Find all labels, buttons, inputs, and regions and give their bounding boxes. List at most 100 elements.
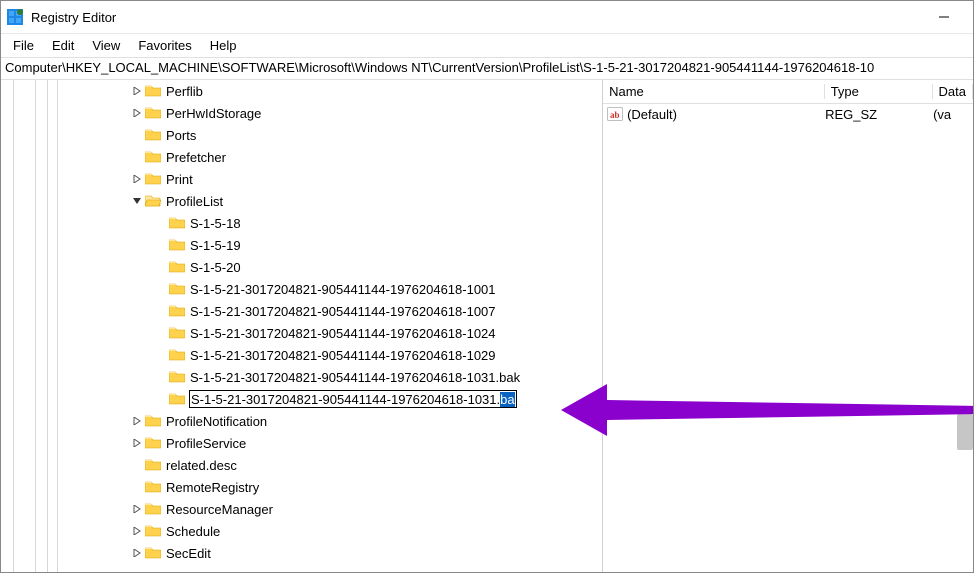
menu-favorites[interactable]: Favorites bbox=[130, 36, 199, 55]
address-bar[interactable]: Computer\HKEY_LOCAL_MACHINE\SOFTWARE\Mic… bbox=[1, 58, 973, 80]
tree-node[interactable]: Prefetcher bbox=[1, 146, 602, 168]
expander-none bbox=[153, 215, 169, 231]
folder-icon bbox=[145, 128, 161, 142]
col-data[interactable]: Data bbox=[933, 84, 973, 99]
tree-node-label: ProfileService bbox=[165, 435, 247, 452]
tree-pane[interactable]: Perflib PerHwIdStorage Ports Prefetcher Prin… bbox=[1, 80, 603, 572]
tree-node-label: Ports bbox=[165, 127, 197, 144]
expander-closed-icon[interactable] bbox=[129, 545, 145, 561]
tree-node[interactable]: RemoteRegistry bbox=[1, 476, 602, 498]
expander-closed-icon[interactable] bbox=[129, 171, 145, 187]
window-title: Registry Editor bbox=[31, 10, 921, 25]
tree-node-label: S-1-5-21-3017204821-905441144-1976204618… bbox=[189, 347, 497, 364]
expander-closed-icon[interactable] bbox=[129, 413, 145, 429]
tree-node[interactable]: S-1-5-21-3017204821-905441144-1976204618… bbox=[1, 366, 602, 388]
expander-closed-icon[interactable] bbox=[129, 501, 145, 517]
folder-icon bbox=[169, 348, 185, 362]
tree-node-label: S-1-5-18 bbox=[189, 215, 242, 232]
tree-node-label: Schedule bbox=[165, 523, 221, 540]
menu-file[interactable]: File bbox=[5, 36, 42, 55]
tree-node[interactable]: Perflib bbox=[1, 80, 602, 102]
col-type[interactable]: Type bbox=[825, 84, 933, 99]
value-type: REG_SZ bbox=[825, 107, 933, 122]
folder-icon bbox=[169, 216, 185, 230]
tree-node-label: S-1-5-21-3017204821-905441144-1976204618… bbox=[189, 325, 497, 342]
folder-icon bbox=[169, 260, 185, 274]
folder-icon bbox=[169, 238, 185, 252]
expander-closed-icon[interactable] bbox=[129, 83, 145, 99]
folder-icon bbox=[145, 414, 161, 428]
expander-none bbox=[153, 303, 169, 319]
values-pane[interactable]: Name Type Data ab (Default)REG_SZ(va bbox=[603, 80, 973, 572]
menubar: File Edit View Favorites Help bbox=[1, 34, 973, 58]
tree-node[interactable]: S-1-5-20 bbox=[1, 256, 602, 278]
content-area: Perflib PerHwIdStorage Ports Prefetcher Prin… bbox=[1, 80, 973, 572]
tree-node[interactable]: SecEdit bbox=[1, 542, 602, 564]
folder-icon bbox=[145, 84, 161, 98]
tree-node-label: related.desc bbox=[165, 457, 238, 474]
folder-icon bbox=[145, 524, 161, 538]
expander-none bbox=[129, 457, 145, 473]
tree-node[interactable]: Schedule bbox=[1, 520, 602, 542]
scrollbar-thumb[interactable] bbox=[957, 414, 973, 450]
tree-node[interactable]: related.desc bbox=[1, 454, 602, 476]
col-name[interactable]: Name bbox=[603, 84, 825, 99]
value-row[interactable]: ab (Default)REG_SZ(va bbox=[603, 104, 973, 124]
tree-node[interactable]: ProfileList bbox=[1, 190, 602, 212]
menu-view[interactable]: View bbox=[84, 36, 128, 55]
tree-node[interactable]: ProfileService bbox=[1, 432, 602, 454]
expander-none bbox=[153, 347, 169, 363]
svg-text:ab: ab bbox=[610, 110, 620, 120]
window-controls bbox=[921, 1, 967, 33]
tree-node[interactable]: S-1-5-19 bbox=[1, 234, 602, 256]
registry-editor-window: Registry Editor File Edit View Favorites… bbox=[0, 0, 974, 573]
address-path: Computer\HKEY_LOCAL_MACHINE\SOFTWARE\Mic… bbox=[5, 60, 874, 75]
regedit-app-icon bbox=[7, 9, 23, 25]
tree-node[interactable]: S-1-5-21-3017204821-905441144-1976204618… bbox=[1, 278, 602, 300]
expander-none bbox=[129, 127, 145, 143]
tree-node[interactable]: S-1-5-18 bbox=[1, 212, 602, 234]
expander-none bbox=[153, 259, 169, 275]
folder-icon bbox=[145, 106, 161, 120]
expander-closed-icon[interactable] bbox=[129, 435, 145, 451]
minimize-button[interactable] bbox=[921, 1, 967, 33]
tree-node-label: RemoteRegistry bbox=[165, 479, 260, 496]
tree-node[interactable]: S-1-5-21-3017204821-905441144-1976204618… bbox=[1, 344, 602, 366]
rename-text: S-1-5-21-3017204821-905441144-1976204618… bbox=[191, 392, 500, 407]
expander-none bbox=[153, 325, 169, 341]
expander-open-icon[interactable] bbox=[129, 193, 145, 209]
folder-icon bbox=[169, 392, 185, 406]
expander-closed-icon[interactable] bbox=[129, 523, 145, 539]
titlebar[interactable]: Registry Editor bbox=[1, 1, 973, 34]
tree-node-label: Print bbox=[165, 171, 194, 188]
registry-tree[interactable]: Perflib PerHwIdStorage Ports Prefetcher Prin… bbox=[1, 80, 602, 564]
folder-icon bbox=[145, 480, 161, 494]
folder-icon bbox=[145, 458, 161, 472]
menu-edit[interactable]: Edit bbox=[44, 36, 82, 55]
tree-node[interactable]: S-1-5-21-3017204821-905441144-1976204618… bbox=[1, 322, 602, 344]
menu-help[interactable]: Help bbox=[202, 36, 245, 55]
expander-closed-icon[interactable] bbox=[129, 105, 145, 121]
folder-icon bbox=[169, 282, 185, 296]
tree-node-label: ProfileNotification bbox=[165, 413, 268, 430]
tree-node[interactable]: S-1-5-21-3017204821-905441144-1976204618… bbox=[1, 388, 602, 410]
expander-none bbox=[153, 237, 169, 253]
tree-node[interactable]: S-1-5-21-3017204821-905441144-1976204618… bbox=[1, 300, 602, 322]
value-name: (Default) bbox=[627, 107, 825, 122]
tree-node-label: SecEdit bbox=[165, 545, 212, 562]
value-data: (va bbox=[933, 107, 973, 122]
tree-node[interactable]: Ports bbox=[1, 124, 602, 146]
tree-node[interactable]: Print bbox=[1, 168, 602, 190]
tree-node[interactable]: ResourceManager bbox=[1, 498, 602, 520]
rename-edit-box[interactable]: S-1-5-21-3017204821-905441144-1976204618… bbox=[189, 390, 517, 408]
folder-icon bbox=[169, 304, 185, 318]
expander-none bbox=[153, 369, 169, 385]
values-list[interactable]: ab (Default)REG_SZ(va bbox=[603, 104, 973, 572]
expander-none bbox=[153, 281, 169, 297]
tree-node[interactable]: PerHwIdStorage bbox=[1, 102, 602, 124]
tree-node-label: S-1-5-21-3017204821-905441144-1976204618… bbox=[189, 369, 521, 386]
tree-node-label: Perflib bbox=[165, 83, 204, 100]
tree-node[interactable]: ProfileNotification bbox=[1, 410, 602, 432]
rename-selection: ba bbox=[500, 392, 514, 407]
values-header[interactable]: Name Type Data bbox=[603, 80, 973, 104]
